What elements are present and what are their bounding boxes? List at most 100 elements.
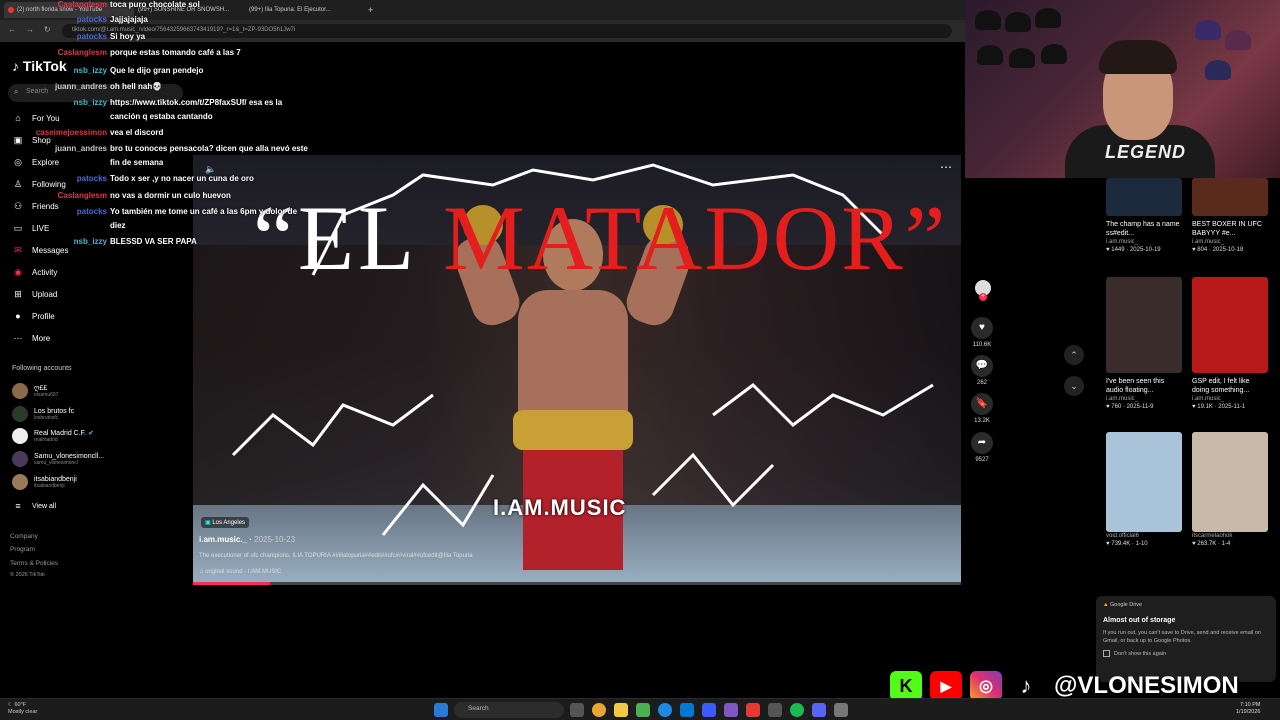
video-thumbnail	[1192, 178, 1268, 216]
windows-start-icon[interactable]	[434, 703, 448, 717]
streamer-handle: @VLONESIMON	[1054, 672, 1239, 699]
nav-activity[interactable]: ◉ Activity	[12, 267, 57, 278]
nav-profile[interactable]: ● Profile	[12, 311, 54, 321]
related-video-card[interactable]: GSP edit, I felt like doing something...…	[1192, 277, 1268, 410]
related-video-card[interactable]: itscarmelaohok ♥ 263.7K · 1-4	[1192, 432, 1268, 547]
outlook-icon[interactable]	[680, 703, 694, 717]
video-stats: ♥ 804 · 2025-10-18	[1192, 247, 1268, 253]
chat-username: patocks	[76, 174, 107, 183]
discord-icon[interactable]	[812, 703, 826, 717]
new-tab-button[interactable]: +	[364, 2, 376, 18]
like-button[interactable]: ♥ 110.6K	[970, 317, 994, 348]
following-account[interactable]: Real Madrid C.F. ✔ realmadrid	[12, 428, 94, 444]
heart-icon: ♥	[971, 317, 993, 339]
chat-username: nsb_izzy	[73, 237, 107, 246]
footer-company[interactable]: Company	[10, 533, 38, 540]
chat-message: nsb_izzy Que le dijo gran pendejo	[0, 66, 204, 76]
like-count: 263.7K	[1197, 541, 1217, 547]
system-clock[interactable]: 7:10 PM 1/19/2026	[1236, 702, 1260, 716]
chat-username: Caslanglesm	[57, 48, 107, 57]
video-title: I've been seen this audio floating...	[1106, 378, 1165, 394]
following-account[interactable]: Los brutos fc losbrutosfc	[12, 406, 74, 422]
video-thumbnail	[1192, 277, 1268, 373]
follow-plus-icon[interactable]: +	[979, 293, 987, 301]
like-count: 19.1K	[1197, 404, 1213, 410]
next-video-button[interactable]: ⌄	[1064, 376, 1084, 396]
weather-widget[interactable]: ☾ 60°F Mostly clear	[8, 702, 37, 716]
video-stats: ♥ 760 · 2025-11-9	[1106, 404, 1182, 410]
bookmark-icon: 🔖	[971, 393, 993, 415]
chrome-icon[interactable]	[592, 703, 606, 717]
file-explorer-icon[interactable]	[614, 703, 628, 717]
video-author: void.official6	[1106, 533, 1139, 539]
chat-message: Caslanglesm no vas a dormir un culo huevo…	[0, 191, 231, 201]
more-icon: ⋯	[13, 333, 23, 343]
video-date: 1-10	[1135, 541, 1148, 547]
related-video-card[interactable]: The champ has a name ss#edit... i.am.musi…	[1106, 178, 1182, 253]
chevron-down-icon: ⌄	[1070, 381, 1078, 391]
chat-username: juann_andres	[54, 144, 107, 153]
app-icon[interactable]	[834, 703, 848, 717]
video-date: 2025-10-18	[1212, 247, 1244, 253]
chat-text: canción q estaba cantando	[110, 112, 213, 121]
related-video-card[interactable]: BEST BOXER IN UFC BABYYY #e... i.am.music…	[1192, 178, 1268, 253]
app-icon[interactable]	[636, 703, 650, 717]
profile-icon: ●	[15, 311, 21, 321]
app-icon[interactable]	[768, 703, 782, 717]
footer-copyright: © 2026 TikTok	[10, 572, 45, 578]
bookmark-button[interactable]: 🔖 13.2K	[970, 393, 994, 424]
following-account[interactable]: Samu_vlonesimoncll... samu_vlonesimoncl	[12, 451, 104, 467]
video-stats: ♥ 1449 · 2025-10-19	[1106, 247, 1182, 253]
spotify-icon[interactable]	[790, 703, 804, 717]
chat-username: patocks	[76, 207, 107, 216]
location-tag[interactable]: ▣ Los Angeles	[201, 517, 250, 528]
like-count: 739.4K	[1111, 541, 1131, 547]
comment-button[interactable]: 💬 262	[970, 355, 994, 386]
chat-username: Caslanglesm	[57, 0, 107, 9]
nav-upload[interactable]: ⊞ Upload	[12, 289, 57, 300]
share-button[interactable]: ➦ 9527	[970, 432, 994, 463]
taskbar-search[interactable]: Search	[454, 702, 564, 718]
following-account[interactable]: ღ££ elsamu697	[12, 383, 58, 399]
dont-show-checkbox[interactable]: Don't show this again	[1103, 650, 1269, 657]
avatar	[12, 474, 28, 490]
nav-more[interactable]: ⋯ More	[12, 333, 51, 344]
video-sound[interactable]: ♫ original sound - I.AM.MUSIC	[199, 569, 281, 575]
video-date: 2025-10-19	[1129, 247, 1161, 253]
video-author: itscarmelaohok	[1192, 533, 1233, 539]
chat-message: juann_andres bro tu conoces pensacola? di…	[0, 144, 308, 154]
video-date: 2025-11-1	[1218, 404, 1246, 410]
video-player[interactable]: “EL MATADOR” I.AM.MUSIC ▣ Los Angeles i.…	[193, 155, 961, 585]
task-view-icon[interactable]	[570, 703, 584, 717]
previous-video-button[interactable]: ⌃	[1064, 345, 1084, 365]
footer-terms[interactable]: Terms & Policies	[10, 560, 58, 567]
chat-message: Caslanglesm porque estas tomando café a l…	[0, 48, 241, 58]
url-field[interactable]: tiktok.com/@i.am.music_/video/7564325966…	[62, 24, 952, 38]
video-progress-bar[interactable]	[193, 582, 961, 585]
edge-icon[interactable]	[658, 703, 672, 717]
more-options-icon[interactable]: ⋯	[940, 160, 952, 174]
related-video-card[interactable]: void.official6 ♥ 739.4K · 1-10	[1106, 432, 1182, 547]
chat-username: caseimejoessimon	[35, 128, 107, 137]
related-video-card[interactable]: I've been seen this audio floating... i.a…	[1106, 277, 1182, 410]
chat-message: patocks Yo también me tome un café a las …	[0, 207, 297, 217]
video-watermark: I.AM.MUSIC	[493, 495, 627, 520]
app-icon[interactable]	[702, 703, 716, 717]
app-icon[interactable]	[724, 703, 738, 717]
notification-title: Almost out of storage	[1103, 617, 1176, 624]
youtube-icon: ▶	[930, 671, 962, 701]
footer-program[interactable]: Program	[10, 546, 35, 553]
app-icon[interactable]	[746, 703, 760, 717]
like-count: 804	[1197, 247, 1208, 253]
following-account[interactable]: itsabiandbenji itsabiandbenji	[12, 474, 77, 490]
location-icon: ▣	[205, 520, 211, 526]
chat-text: Que le dijo gran pendejo	[110, 66, 204, 75]
comment-icon: 💬	[971, 355, 993, 377]
browser-tab[interactable]: (99+) Ilia Topuria: El Ejecutor...	[245, 2, 363, 18]
view-all-link[interactable]: ≡ View all	[12, 501, 56, 511]
video-title: GSP edit, I felt like doing something...	[1192, 378, 1250, 394]
chat-message: Caslanglesm toca puro chocolate sol	[0, 0, 200, 10]
video-stats: ♥ 263.7K · 1-4	[1192, 541, 1268, 547]
video-author[interactable]: i.am.music._ · 2025-10-23	[199, 535, 295, 544]
chat-text: diez	[110, 221, 126, 230]
